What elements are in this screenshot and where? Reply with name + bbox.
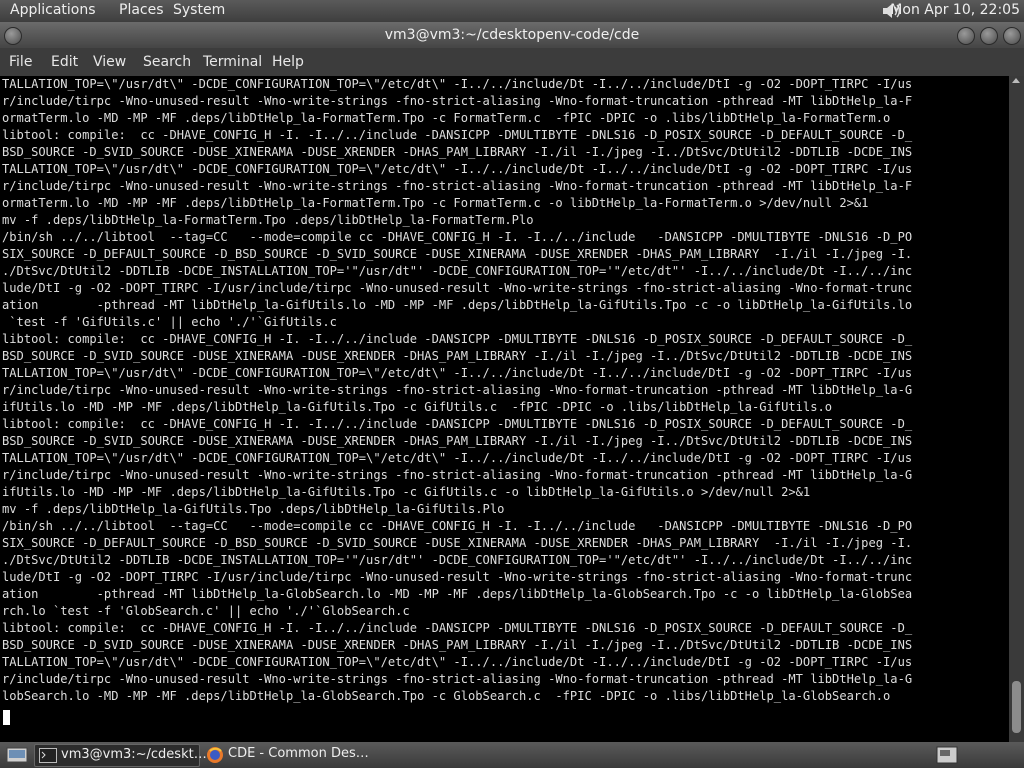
terminal-line: /bin/sh ../../libtool --tag=CC --mode=co… — [2, 519, 913, 533]
window-title: vm3@vm3:~/cdesktopenv-code/cde — [384, 27, 640, 43]
menu-search[interactable]: Search — [143, 54, 191, 70]
maximize-button[interactable] — [980, 27, 998, 45]
terminal-line: r/include/tirpc -Wno-unused-result -Wno-… — [2, 468, 913, 482]
menubar: File Edit View Search Terminal Help — [0, 48, 1024, 76]
terminal-line: BSD_SOURCE -D_SVID_SOURCE -DUSE_XINERAMA… — [2, 434, 913, 448]
terminal-line: TALLATION_TOP=\"/usr/dt\" -DCDE_CONFIGUR… — [2, 451, 913, 465]
window-titlebar[interactable]: vm3@vm3:~/cdesktopenv-code/cde — [0, 22, 1024, 48]
scrollbar-thumb[interactable] — [1012, 681, 1021, 733]
terminal-line: libtool: compile: cc -DHAVE_CONFIG_H -I.… — [2, 417, 913, 431]
panel-clock[interactable]: Mon Apr 10, 22:05 — [890, 2, 1020, 18]
terminal-line: SIX_SOURCE -D_DEFAULT_SOURCE -D_BSD_SOUR… — [2, 536, 913, 550]
terminal-line: BSD_SOURCE -D_SVID_SOURCE -DUSE_XINERAMA… — [2, 145, 913, 159]
terminal-line: r/include/tirpc -Wno-unused-result -Wno-… — [2, 383, 913, 397]
taskbar-item-label: CDE - Common Des… — [228, 746, 369, 761]
firefox-icon — [206, 746, 224, 768]
terminal-line: r/include/tirpc -Wno-unused-result -Wno-… — [2, 672, 913, 686]
terminal-line: TALLATION_TOP=\"/usr/dt\" -DCDE_CONFIGUR… — [2, 655, 913, 669]
terminal-line: TALLATION_TOP=\"/usr/dt\" -DCDE_CONFIGUR… — [2, 162, 913, 176]
terminal-line: rch.lo `test -f 'GlobSearch.c' || echo '… — [2, 604, 410, 618]
terminal-line: SIX_SOURCE -D_DEFAULT_SOURCE -D_BSD_SOUR… — [2, 247, 913, 261]
terminal-line: /bin/sh ../../libtool --tag=CC --mode=co… — [2, 230, 913, 244]
close-button[interactable] — [1003, 27, 1021, 45]
terminal-line: r/include/tirpc -Wno-unused-result -Wno-… — [2, 179, 913, 193]
terminal-line: libtool: compile: cc -DHAVE_CONFIG_H -I.… — [2, 621, 913, 635]
terminal-area[interactable]: TALLATION_TOP=\"/usr/dt\" -DCDE_CONFIGUR… — [0, 76, 1009, 742]
terminal-line: mv -f .deps/libDtHelp_la-FormatTerm.Tpo … — [2, 213, 534, 227]
panel-menu-applications[interactable]: Applications — [10, 2, 96, 18]
terminal-line: ifUtils.lo -MD -MP -MF .deps/libDtHelp_l… — [2, 485, 811, 499]
taskbar-item-terminal[interactable]: vm3@vm3:~/cdeskt… — [34, 744, 207, 767]
terminal-line: r/include/tirpc -Wno-unused-result -Wno-… — [2, 94, 913, 108]
taskbar-item-firefox[interactable]: CDE - Common Des… — [202, 744, 392, 765]
terminal-line: lude/DtI -g -O2 -DOPT_TIRPC -I/usr/inclu… — [2, 570, 913, 584]
terminal-line: BSD_SOURCE -D_SVID_SOURCE -DUSE_XINERAMA… — [2, 349, 913, 363]
terminal-line: TALLATION_TOP=\"/usr/dt\" -DCDE_CONFIGUR… — [2, 366, 913, 380]
top-panel: Applications Places System Mon Apr 10, 2… — [0, 0, 1024, 22]
menu-help[interactable]: Help — [272, 54, 304, 70]
taskbar-item-label: vm3@vm3:~/cdeskt… — [61, 747, 207, 762]
terminal-line: ifUtils.lo -MD -MP -MF .deps/libDtHelp_l… — [2, 400, 833, 414]
terminal-line: lude/DtI -g -O2 -DOPT_TIRPC -I/usr/inclu… — [2, 281, 913, 295]
terminal-line: ./DtSvc/DtUtil2 -DDTLIB -DCDE_INSTALLATI… — [2, 264, 913, 278]
terminal-line: libtool: compile: cc -DHAVE_CONFIG_H -I.… — [2, 332, 913, 346]
terminal-output: TALLATION_TOP=\"/usr/dt\" -DCDE_CONFIGUR… — [2, 76, 912, 705]
workspace-switcher-icon[interactable] — [936, 746, 958, 768]
panel-menu-system[interactable]: System — [173, 2, 225, 18]
terminal-cursor — [3, 710, 10, 725]
terminal-line: ation -pthread -MT libDtHelp_la-GifUtils… — [2, 298, 913, 312]
terminal-line: ./DtSvc/DtUtil2 -DDTLIB -DCDE_INSTALLATI… — [2, 553, 913, 567]
minimize-button[interactable] — [957, 27, 975, 45]
terminal-line: ation -pthread -MT libDtHelp_la-GlobSear… — [2, 587, 913, 601]
menu-edit[interactable]: Edit — [51, 54, 78, 70]
terminal-line: ormatTerm.lo -MD -MP -MF .deps/libDtHelp… — [2, 111, 891, 125]
terminal-line: lobSearch.lo -MD -MP -MF .deps/libDtHelp… — [2, 689, 891, 703]
terminal-line: BSD_SOURCE -D_SVID_SOURCE -DUSE_XINERAMA… — [2, 638, 913, 652]
show-desktop-icon[interactable] — [6, 747, 28, 767]
terminal-line: mv -f .deps/libDtHelp_la-GifUtils.Tpo .d… — [2, 502, 505, 516]
terminal-window: vm3@vm3:~/cdesktopenv-code/cde File Edit… — [0, 22, 1024, 742]
terminal-line: `test -f 'GifUtils.c' || echo './'`GifUt… — [2, 315, 337, 329]
menu-view[interactable]: View — [93, 54, 126, 70]
bottom-panel: vm3@vm3:~/cdeskt… CDE - Common Des… — [0, 742, 1024, 768]
scroll-up-arrow-icon[interactable] — [1012, 78, 1020, 83]
terminal-icon — [39, 748, 57, 767]
terminal-line: ormatTerm.lo -MD -MP -MF .deps/libDtHelp… — [2, 196, 869, 210]
terminal-scrollbar[interactable] — [1009, 76, 1024, 742]
menu-file[interactable]: File — [9, 54, 32, 70]
menu-terminal[interactable]: Terminal — [203, 54, 262, 70]
terminal-line: libtool: compile: cc -DHAVE_CONFIG_H -I.… — [2, 128, 913, 142]
terminal-line: TALLATION_TOP=\"/usr/dt\" -DCDE_CONFIGUR… — [2, 77, 913, 91]
panel-menu-places[interactable]: Places — [119, 2, 164, 18]
